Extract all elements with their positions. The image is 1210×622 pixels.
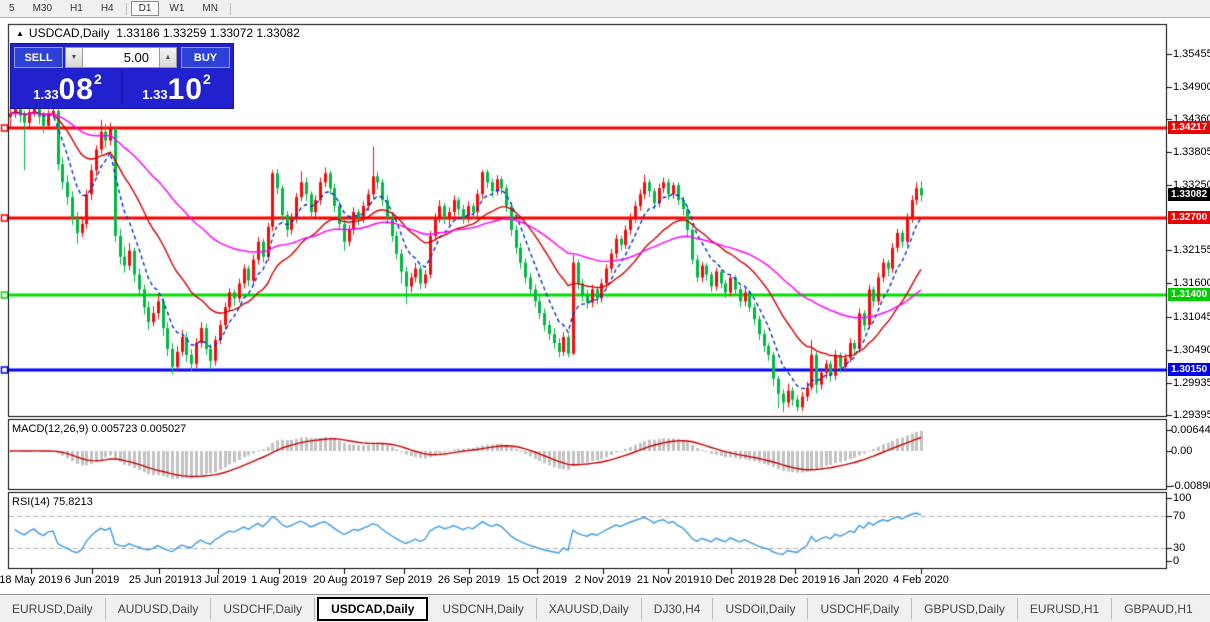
date-axis-label: 16 Jan 2020 [828,574,889,586]
buy-button[interactable]: BUY [181,47,230,68]
toolbar-separator [126,3,127,15]
timeframe-button-d1[interactable]: D1 [131,1,160,16]
chart-title: ▲ USDCAD,Daily 1.33186 1.33259 1.33072 1.… [16,26,300,40]
buy-price-small: 1.33 [142,87,167,102]
rsi-axis-label: 70 [1173,510,1185,522]
tab-eurusd-daily[interactable]: EURUSD,Daily [0,598,106,620]
price-badge: 1.30150 [1168,363,1210,376]
date-axis-label: 4 Feb 2020 [893,574,949,586]
rsi-axis-label: 100 [1173,492,1191,504]
price-axis-label: 1.31045 [1173,311,1210,323]
toolbar-separator [230,3,231,15]
sell-price-sup: 2 [94,71,102,87]
timeframe-toolbar: 5M30H1H4 D1W1MN [0,0,1210,18]
macd-axis-label: -0.008982 [1171,480,1210,492]
tab-xauusd-daily[interactable]: XAUUSD,Daily [537,598,642,620]
macd-axis-label: 0.006448 [1171,424,1210,436]
date-axis-label: 25 Jun 2019 [129,574,190,586]
price-badge: 1.31400 [1168,288,1210,301]
price-axis-label: 1.34900 [1173,81,1210,93]
date-axis-label: 26 Sep 2019 [438,574,500,586]
buy-price-display[interactable]: 1.33 10 2 [121,70,230,105]
tab-usdcad-daily[interactable]: USDCAD,Daily [317,597,428,621]
buy-price-sup: 2 [203,71,211,87]
ohlc-values: 1.33186 1.33259 1.33072 1.33082 [116,26,300,40]
date-axis-label: 2 Nov 2019 [575,574,631,586]
tab-usdoil-daily[interactable]: USDOil,Daily [713,598,808,620]
tab-eurusd-h1[interactable]: EURUSD,H1 [1018,598,1112,620]
macd-axis-label: 0.00 [1171,445,1192,457]
tab-usdchf-daily[interactable]: USDCHF,Daily [808,598,912,620]
timeframe-button-w1[interactable]: W1 [161,1,192,16]
date-axis-label: 21 Nov 2019 [637,574,699,586]
price-axis-label: 1.30490 [1173,344,1210,356]
collapse-triangle-icon[interactable]: ▲ [16,29,24,38]
price-axis-label: 1.35455 [1173,48,1210,60]
tab-gbpusd-daily[interactable]: GBPUSD,Daily [912,598,1018,620]
volume-stepper: ▼ 5.00 ▲ [65,47,177,68]
symbol-period-label: USDCAD,Daily [29,26,110,40]
price-badge: 1.32700 [1168,211,1210,224]
one-click-trade-panel: SELL ▼ 5.00 ▲ BUY 1.33 08 2 1.33 10 2 [10,43,234,109]
tab-scroll: ◄► [1205,602,1210,616]
symbol-tab-bar: EURUSD,DailyAUDUSD,DailyUSDCHF,DailyUSDC… [0,594,1210,622]
timeframe-button-m30[interactable]: M30 [25,1,60,16]
sell-price-big: 08 [59,76,94,104]
rsi-axis-label: 30 [1173,542,1185,554]
date-axis-label: 1 Aug 2019 [251,574,307,586]
date-axis-label: 6 Jun 2019 [65,574,119,586]
tab-scroll-left-icon[interactable]: ◄ [1205,602,1210,616]
timeframe-button-h4[interactable]: H4 [93,1,122,16]
date-axis-label: 18 May 2019 [0,574,63,586]
date-axis-label: 20 Aug 2019 [313,574,375,586]
sell-button[interactable]: SELL [14,47,63,68]
buy-price-big: 10 [168,76,203,104]
tab-usdchf-daily[interactable]: USDCHF,Daily [211,598,315,620]
timeframe-button-h1[interactable]: H1 [62,1,91,16]
rsi-value: 75.8213 [53,496,93,508]
tab-usdcnh-daily[interactable]: USDCNH,Daily [430,598,536,620]
price-axis-label: 1.33805 [1173,146,1210,158]
price-axis-label: 1.29395 [1173,409,1210,421]
price-badge: 1.33082 [1168,188,1210,201]
macd-values: 0.005723 0.005027 [91,423,186,435]
tab-gbpaud-h1[interactable]: GBPAUD,H1 [1112,598,1204,620]
macd-indicator-label: MACD(12,26,9) 0.005723 0.005027 [12,423,186,435]
volume-decrease-button[interactable]: ▼ [65,47,83,68]
date-axis-label: 10 Dec 2019 [700,574,762,586]
price-axis-label: 1.29935 [1173,377,1210,389]
date-axis-label: 7 Sep 2019 [376,574,432,586]
sell-price-small: 1.33 [33,87,58,102]
rsi-axis-label: 0 [1173,555,1179,567]
price-badge: 1.34217 [1168,121,1210,134]
volume-field[interactable]: 5.00 [83,47,159,68]
sell-price-display[interactable]: 1.33 08 2 [14,70,121,105]
date-axis-label: 13 Jul 2019 [190,574,247,586]
date-axis-label: 28 Dec 2019 [764,574,826,586]
price-axis-label: 1.32155 [1173,244,1210,256]
timeframe-button-5[interactable]: 5 [1,1,23,16]
rsi-indicator-label: RSI(14) 75.8213 [12,496,93,508]
timeframe-button-mn[interactable]: MN [194,1,226,16]
tab-audusd-daily[interactable]: AUDUSD,Daily [106,598,212,620]
volume-increase-button[interactable]: ▲ [159,47,177,68]
tab-dj30-h4[interactable]: DJ30,H4 [642,598,714,620]
date-axis-label: 15 Oct 2019 [507,574,567,586]
